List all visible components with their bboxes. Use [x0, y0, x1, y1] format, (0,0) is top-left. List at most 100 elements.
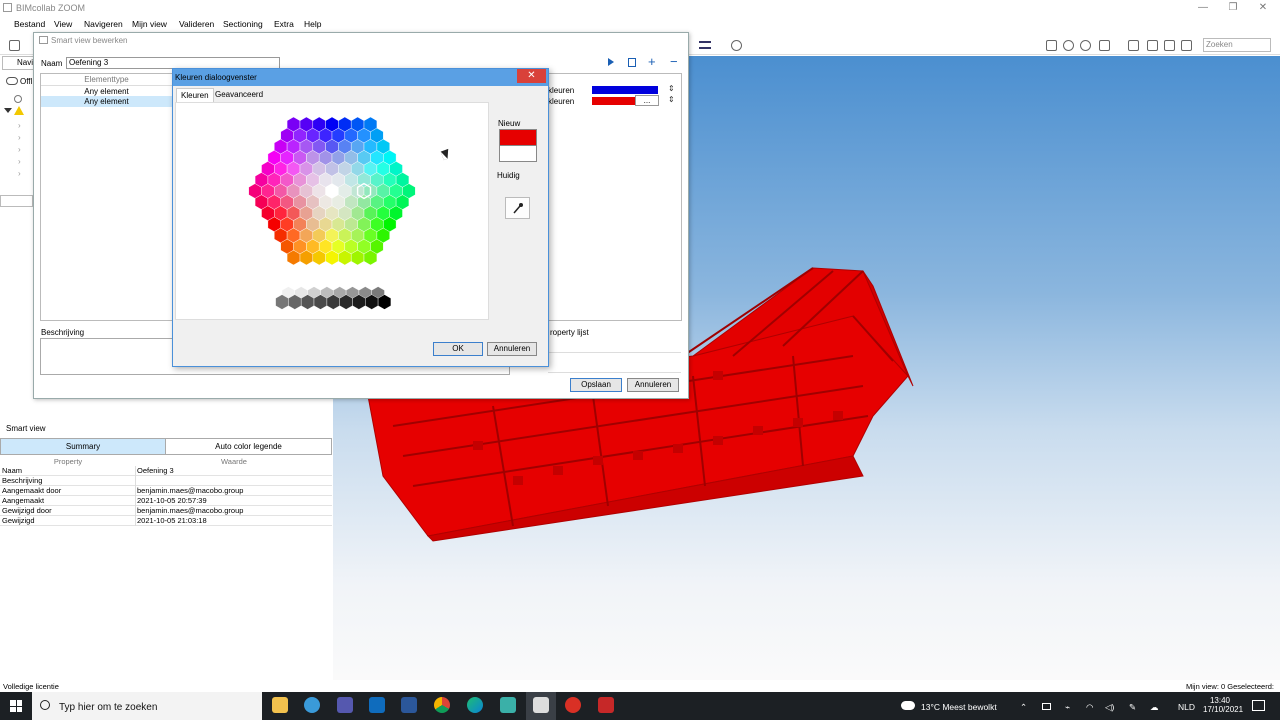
ellipsis-button[interactable]: ... — [635, 95, 659, 106]
menu-bar: Bestand View Navigeren Mijn view Valider… — [0, 17, 1280, 31]
weather-text[interactable]: 13°C Meest bewolkt — [921, 702, 997, 712]
wifi-icon[interactable]: ◠ — [1086, 702, 1093, 713]
table-row[interactable]: Gewijzigd 2021-10-05 21:03:18 — [0, 516, 332, 526]
menu-view[interactable]: View — [54, 19, 72, 29]
tab-summary[interactable]: Summary — [0, 438, 166, 455]
bimcollab-icon[interactable] — [533, 697, 549, 713]
color-bar-red[interactable] — [592, 97, 635, 105]
hide-icon[interactable] — [1147, 40, 1158, 51]
search-icon — [40, 700, 50, 710]
network-icon[interactable]: ⌁ — [1065, 702, 1070, 713]
menu-mijn-view[interactable]: Mijn view — [132, 19, 167, 29]
spinner-icon[interactable]: ⇕ — [668, 84, 675, 93]
toolbar-tool-icon[interactable] — [9, 40, 20, 51]
tree-expand-icon[interactable]: › — [18, 145, 21, 154]
dialog-icon — [39, 36, 48, 44]
table-row[interactable]: Gewijzigd door benjamin.maes@macobo.grou… — [0, 506, 332, 516]
kleuren-annuleren-button[interactable]: Annuleren — [487, 342, 537, 356]
zoom-extents-icon[interactable] — [1046, 40, 1057, 51]
show-icon[interactable] — [1164, 40, 1175, 51]
close-icon[interactable]: ✕ — [517, 69, 546, 83]
app-icon-4[interactable] — [598, 697, 614, 713]
add-icon[interactable]: + — [648, 54, 656, 69]
grid-row-1[interactable]: Any element — [41, 85, 172, 96]
menu-navigeren[interactable]: Navigeren — [84, 19, 123, 29]
tree-filter-box[interactable] — [0, 195, 33, 207]
menu-valideren[interactable]: Valideren — [179, 19, 214, 29]
play-icon[interactable] — [608, 58, 614, 66]
tree-expand-icon[interactable]: › — [18, 121, 21, 130]
menu-help[interactable]: Help — [304, 19, 321, 29]
naam-label: Naam — [41, 59, 63, 68]
edge-icon[interactable] — [467, 697, 483, 713]
chevron-up-icon[interactable]: ⌃ — [1020, 702, 1027, 713]
menu-extra[interactable]: Extra — [274, 19, 294, 29]
teams-icon[interactable] — [337, 697, 353, 713]
file-explorer-icon[interactable] — [272, 697, 288, 713]
property-lijst-dropdown[interactable] — [548, 339, 681, 353]
grid-header-elementtype: Elementtype — [84, 75, 129, 84]
tree-expand-icon[interactable]: › — [18, 169, 21, 178]
list-icon[interactable] — [699, 41, 711, 49]
property-lijst-label: roperty lijst — [550, 328, 589, 337]
table-row[interactable]: Aangemaakt door benjamin.maes@macobo.gro… — [0, 486, 332, 496]
mode-cell-1[interactable]: kleuren — [548, 86, 574, 95]
chrome-icon[interactable] — [434, 697, 450, 713]
battery-icon[interactable] — [1042, 703, 1051, 710]
tab-geavanceerd[interactable]: Geavanceerd — [211, 88, 267, 102]
close-window-button[interactable]: ✕ — [1250, 1, 1276, 14]
search-input[interactable]: Zoeken — [1203, 38, 1271, 52]
eyedropper-icon — [513, 203, 523, 214]
spinner-icon[interactable]: ⇕ — [668, 95, 675, 104]
globe-icon[interactable] — [731, 40, 742, 51]
volume-icon[interactable]: ◁) — [1105, 702, 1114, 713]
zoom-icon[interactable] — [1063, 40, 1074, 51]
app-icon-2[interactable] — [500, 697, 516, 713]
tree-expand-icon[interactable]: › — [18, 157, 21, 166]
rules-grid — [40, 73, 173, 321]
pen-icon[interactable]: ✎ — [1129, 702, 1136, 713]
table-row[interactable]: Aangemaakt 2021-10-05 20:57:39 — [0, 496, 332, 506]
tab-auto-color-legende[interactable]: Auto color legende — [165, 438, 332, 455]
cloud-sync-icon[interactable]: ☁ — [1150, 702, 1159, 713]
table-row[interactable]: Naam Oefening 3 — [0, 466, 332, 476]
notifications-icon[interactable] — [1252, 700, 1265, 711]
grid-row-2[interactable]: Any element — [41, 96, 172, 107]
clock[interactable]: 13:40 17/10/2021 — [1203, 696, 1243, 714]
smart-view-header: Smart view — [6, 424, 46, 433]
beschrijving-label: Beschrijving — [41, 328, 85, 337]
maximize-button[interactable]: ❐ — [1220, 1, 1246, 14]
table-row[interactable]: Beschrijving — [0, 476, 332, 486]
tree-node-icon[interactable] — [14, 95, 22, 103]
tab-kleuren[interactable]: Kleuren — [176, 88, 214, 102]
windows-start-icon[interactable] — [10, 700, 22, 712]
copy-icon[interactable] — [628, 58, 636, 67]
tree-expand-icon[interactable]: › — [18, 133, 21, 142]
menu-sectioning[interactable]: Sectioning — [223, 19, 263, 29]
app-title: BIMcollab ZOOM — [16, 3, 86, 13]
nav-tab[interactable]: Navi — [2, 56, 34, 70]
remove-icon[interactable]: − — [670, 54, 678, 69]
eyedropper-button[interactable] — [505, 197, 530, 219]
section-box-icon[interactable] — [1099, 40, 1110, 51]
mode-cell-2[interactable]: kleuren — [548, 97, 574, 106]
word-icon[interactable] — [401, 697, 417, 713]
minimize-button[interactable]: — — [1190, 1, 1216, 14]
visibility-icon[interactable] — [1181, 40, 1192, 51]
expand-icon[interactable] — [4, 108, 12, 113]
menu-bestand[interactable]: Bestand — [14, 19, 45, 29]
app-icon-3[interactable] — [565, 697, 581, 713]
offline-label: Offl — [20, 77, 33, 86]
app-icon-1[interactable] — [304, 697, 320, 713]
opslaan-button[interactable]: Opslaan — [570, 378, 622, 392]
color-bar-blue[interactable] — [592, 86, 658, 94]
color-wheel[interactable] — [230, 108, 435, 318]
ok-button[interactable]: OK — [433, 342, 483, 356]
language-indicator[interactable]: NLD — [1178, 702, 1195, 712]
property-lijst-dropdown-2[interactable] — [548, 359, 681, 373]
current-color-swatch — [499, 146, 537, 162]
annuleren-button[interactable]: Annuleren — [627, 378, 679, 392]
outlook-icon[interactable] — [369, 697, 385, 713]
zoom-window-icon[interactable] — [1080, 40, 1091, 51]
tree-icon[interactable] — [1128, 40, 1139, 51]
